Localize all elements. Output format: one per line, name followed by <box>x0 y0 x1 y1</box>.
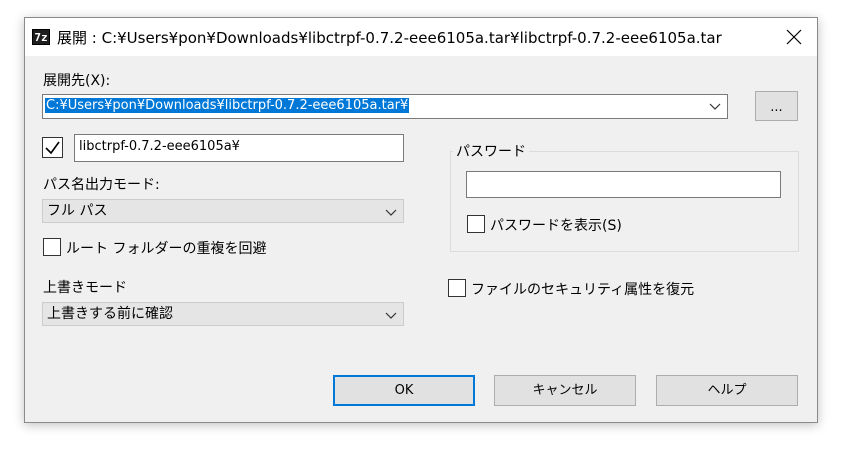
overwrite-mode-dropdown[interactable]: 上書きする前に確認 <box>42 302 404 326</box>
subfolder-name-input[interactable]: libctrpf-0.7.2-eee6105a¥ <box>74 134 404 162</box>
overwrite-mode-label: 上書きモード <box>43 280 127 296</box>
title-bar[interactable]: 7z 展開 : C:¥Users¥pon¥Downloads¥libctrpf-… <box>25 18 817 56</box>
chevron-down-icon[interactable] <box>709 101 721 111</box>
ok-button[interactable]: OK <box>333 375 475 406</box>
overwrite-mode-value: 上書きする前に確認 <box>47 306 173 322</box>
show-password-checkbox[interactable] <box>467 215 485 233</box>
subfolder-checkbox[interactable] <box>42 137 63 158</box>
window-title: 展開 : C:¥Users¥pon¥Downloads¥libctrpf-0.7… <box>57 29 722 47</box>
eliminate-duplication-checkbox[interactable] <box>43 238 61 256</box>
extract-to-label: 展開先(X): <box>43 73 111 89</box>
password-group-title: パスワード <box>453 141 529 161</box>
extract-to-path-input[interactable]: C:¥Users¥pon¥Downloads¥libctrpf-0.7.2-ee… <box>45 98 410 113</box>
extract-dialog: 7z 展開 : C:¥Users¥pon¥Downloads¥libctrpf-… <box>24 17 818 423</box>
eliminate-duplication-label: ルート フォルダーの重複を回避 <box>66 241 267 257</box>
chevron-down-icon <box>385 209 397 216</box>
restore-security-label: ファイルのセキュリティ属性を復元 <box>471 282 695 298</box>
cancel-button[interactable]: キャンセル <box>494 375 636 406</box>
close-icon <box>786 29 802 45</box>
chevron-down-icon <box>385 312 397 319</box>
path-mode-label: パス名出力モード: <box>43 177 160 193</box>
restore-security-checkbox[interactable] <box>448 279 466 297</box>
help-button[interactable]: ヘルプ <box>656 375 798 406</box>
close-button[interactable] <box>771 18 817 56</box>
password-group <box>450 151 799 252</box>
checkmark-icon <box>45 141 60 155</box>
7zip-app-icon: 7z <box>32 29 50 45</box>
extract-to-combobox[interactable]: C:¥Users¥pon¥Downloads¥libctrpf-0.7.2-ee… <box>42 94 728 119</box>
path-mode-value: フル パス <box>47 203 108 219</box>
password-input[interactable] <box>466 171 781 198</box>
browse-button[interactable]: ... <box>755 91 798 121</box>
path-mode-dropdown[interactable]: フル パス <box>42 199 404 223</box>
show-password-label: パスワードを表示(S) <box>490 218 622 234</box>
